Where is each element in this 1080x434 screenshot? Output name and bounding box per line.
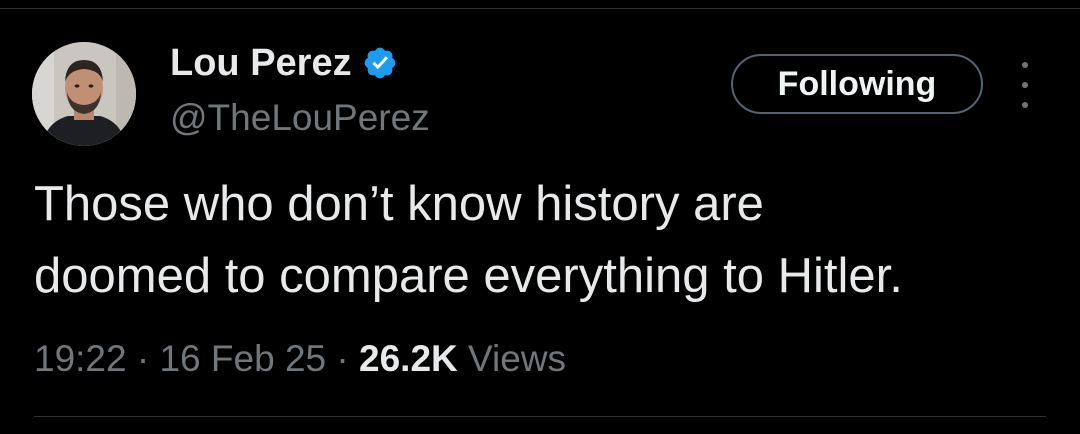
verified-badge-icon[interactable]: [362, 45, 398, 81]
author-handle[interactable]: @TheLouPerez: [170, 96, 430, 140]
author-name-row: Lou Perez: [170, 40, 398, 86]
more-dot: [1022, 102, 1028, 108]
following-button[interactable]: Following: [731, 54, 983, 114]
views-label: Views: [468, 338, 567, 379]
tweet-text: Those who don’t know history are doomed …: [34, 168, 1064, 312]
more-dot: [1022, 82, 1028, 88]
tweet-text-line: Those who don’t know history are: [34, 177, 764, 231]
meta-separator: ·: [136, 338, 150, 379]
more-dot: [1022, 62, 1028, 68]
tweet-text-line: doomed to compare everything to Hitler.: [34, 249, 903, 303]
more-options-icon[interactable]: [1010, 62, 1040, 108]
tweet-card: Lou Perez @TheLouPerez Following Those w…: [0, 0, 1080, 434]
display-name[interactable]: Lou Perez: [170, 40, 352, 86]
top-divider: [0, 8, 1080, 9]
bottom-divider: [34, 416, 1046, 417]
tweet-meta: 19:22 · 16 Feb 25 · 26.2K Views: [34, 332, 566, 386]
avatar-image: [32, 42, 136, 146]
meta-separator: ·: [336, 338, 349, 379]
tweet-date[interactable]: 16 Feb 25: [159, 338, 326, 379]
tweet-time[interactable]: 19:22: [34, 338, 127, 379]
avatar[interactable]: [32, 42, 136, 146]
views-count[interactable]: 26.2K: [359, 338, 458, 379]
